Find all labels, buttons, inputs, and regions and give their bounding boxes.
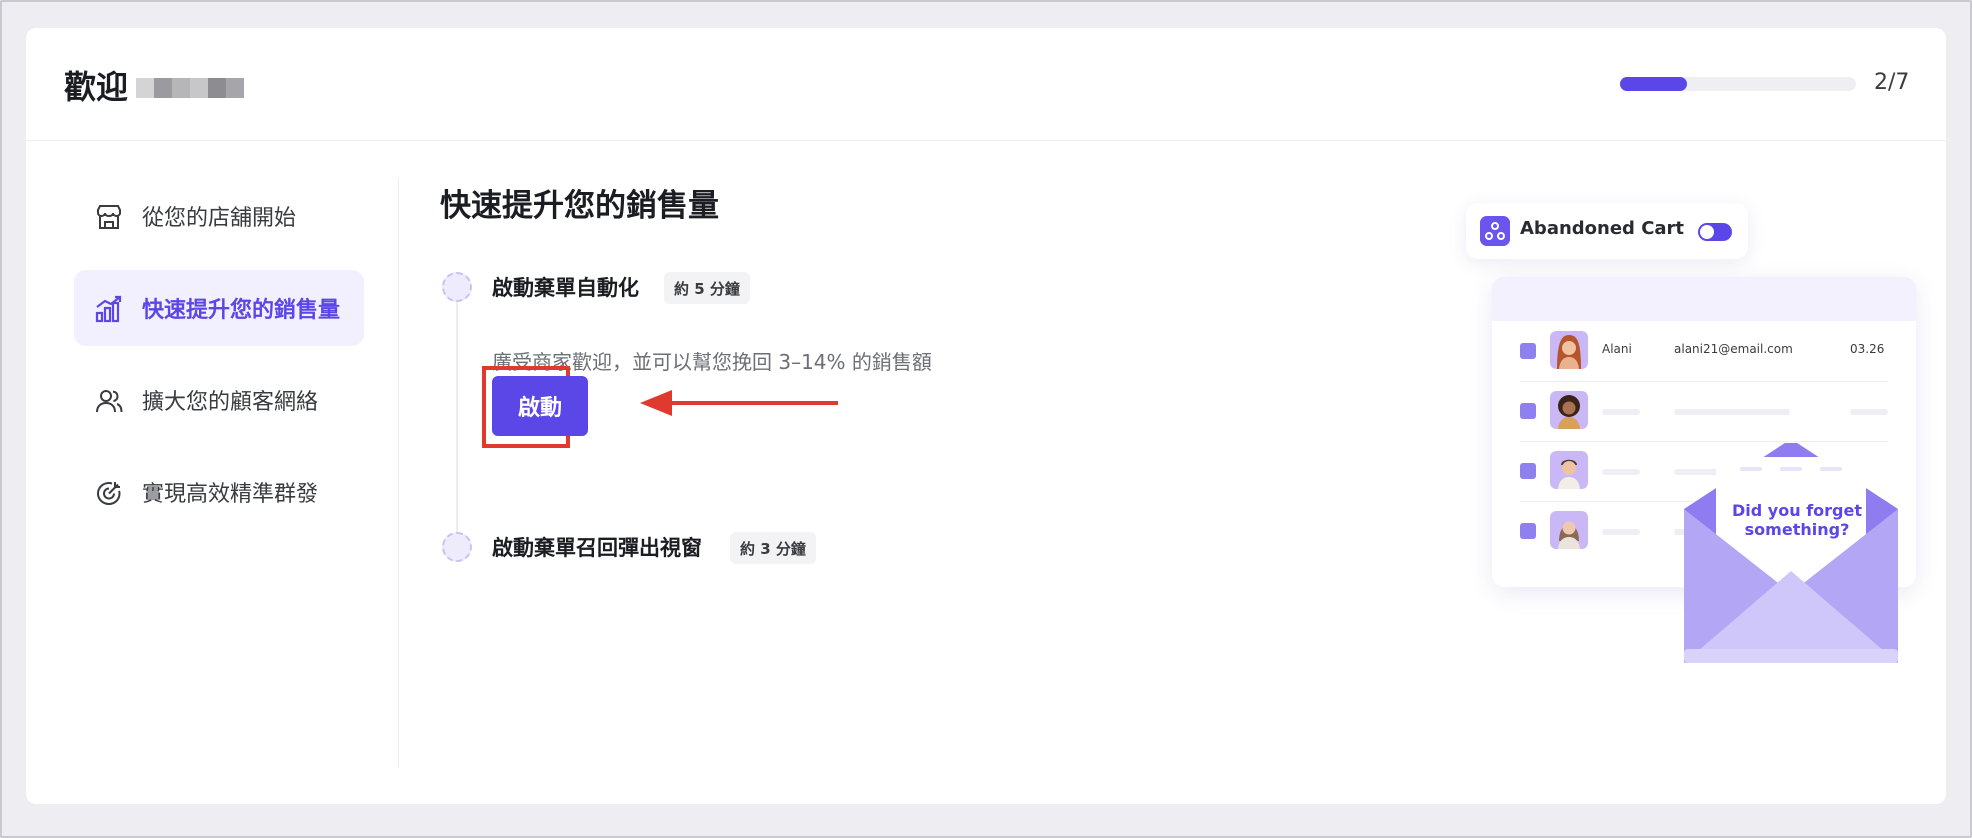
avatar xyxy=(1550,451,1588,489)
sidebar-item-customers[interactable]: 擴大您的顧客網絡 xyxy=(74,362,364,438)
envelope-message: Did you forget something? xyxy=(1732,501,1862,539)
sidebar-item-label: 實現高效精準群發 xyxy=(142,482,319,507)
step-indicator xyxy=(442,532,472,562)
automation-toggle[interactable] xyxy=(1698,223,1732,241)
list-item xyxy=(1520,381,1888,442)
target-icon xyxy=(96,481,121,506)
users-icon xyxy=(96,390,123,413)
progress-bar xyxy=(1620,77,1856,91)
abandoned-cart-title: Abandoned Cart xyxy=(1520,218,1685,239)
step-counter: 2/7 xyxy=(1874,70,1910,95)
sidebar: 從您的店舖開始 快速提升您的銷售量 擴大您的顧客網絡 實現高效精準群發 xyxy=(74,178,364,546)
time-badge: 約 3 分鐘 xyxy=(730,532,816,564)
placeholder-bar xyxy=(1674,409,1790,415)
list-item: Alani alani21@email.com 03.26 xyxy=(1520,321,1888,382)
checkbox-checked-icon xyxy=(1520,463,1536,479)
sidebar-item-label: 擴大您的顧客網絡 xyxy=(142,390,319,415)
abandoned-cart-card: Abandoned Cart xyxy=(1466,203,1748,259)
start-button[interactable]: 啟動 xyxy=(492,376,588,436)
checkbox-checked-icon xyxy=(1520,523,1536,539)
avatar xyxy=(1550,391,1588,429)
abandoned-cart-illustration: Alani alani21@email.com 03.26 Abandoned … xyxy=(1376,203,1916,683)
placeholder-bar xyxy=(1602,469,1640,475)
sidebar-item-store[interactable]: 從您的店舖開始 xyxy=(74,178,364,254)
vertical-divider xyxy=(398,178,399,768)
page-title: 快速提升您的銷售量 xyxy=(440,188,719,224)
bar-chart-icon xyxy=(95,295,122,323)
step-title[interactable]: 啟動棄單召回彈出視窗 xyxy=(492,532,702,562)
progress-fill xyxy=(1620,77,1688,91)
step-indicator xyxy=(442,272,472,302)
automation-logo-icon xyxy=(1480,216,1510,246)
redacted-store-name xyxy=(136,78,245,98)
placeholder-bar xyxy=(1602,529,1640,535)
welcome-title: 歡迎 xyxy=(64,62,245,108)
timeline-line xyxy=(456,288,458,556)
store-icon xyxy=(97,205,121,229)
annotation-arrow-icon xyxy=(640,390,838,416)
list-header xyxy=(1492,277,1916,321)
customer-date: 03.26 xyxy=(1850,342,1885,356)
checkbox-checked-icon xyxy=(1520,343,1536,359)
onboarding-card: 歡迎 2/7 從您的店舖開始 快速提升您的銷售量 擴大您的顧客網絡 實現高效精準… xyxy=(26,28,1946,804)
avatar xyxy=(1550,511,1588,549)
placeholder-bar xyxy=(1602,409,1640,415)
sidebar-item-label: 快速提升您的銷售量 xyxy=(142,298,341,323)
sidebar-item-targeting[interactable]: 實現高效精準群發 xyxy=(74,454,364,530)
avatar xyxy=(1550,331,1588,369)
header: 歡迎 2/7 xyxy=(26,28,1946,141)
sidebar-item-sales[interactable]: 快速提升您的銷售量 xyxy=(74,270,364,346)
sidebar-item-label: 從您的店舖開始 xyxy=(142,206,297,231)
time-badge: 約 5 分鐘 xyxy=(664,272,750,304)
step-title[interactable]: 啟動棄單自動化 xyxy=(492,272,639,302)
welcome-label: 歡迎 xyxy=(64,68,129,106)
customer-name: Alani xyxy=(1602,342,1632,356)
checkbox-checked-icon xyxy=(1520,403,1536,419)
customer-email: alani21@email.com xyxy=(1674,342,1793,356)
placeholder-bar xyxy=(1850,409,1888,415)
